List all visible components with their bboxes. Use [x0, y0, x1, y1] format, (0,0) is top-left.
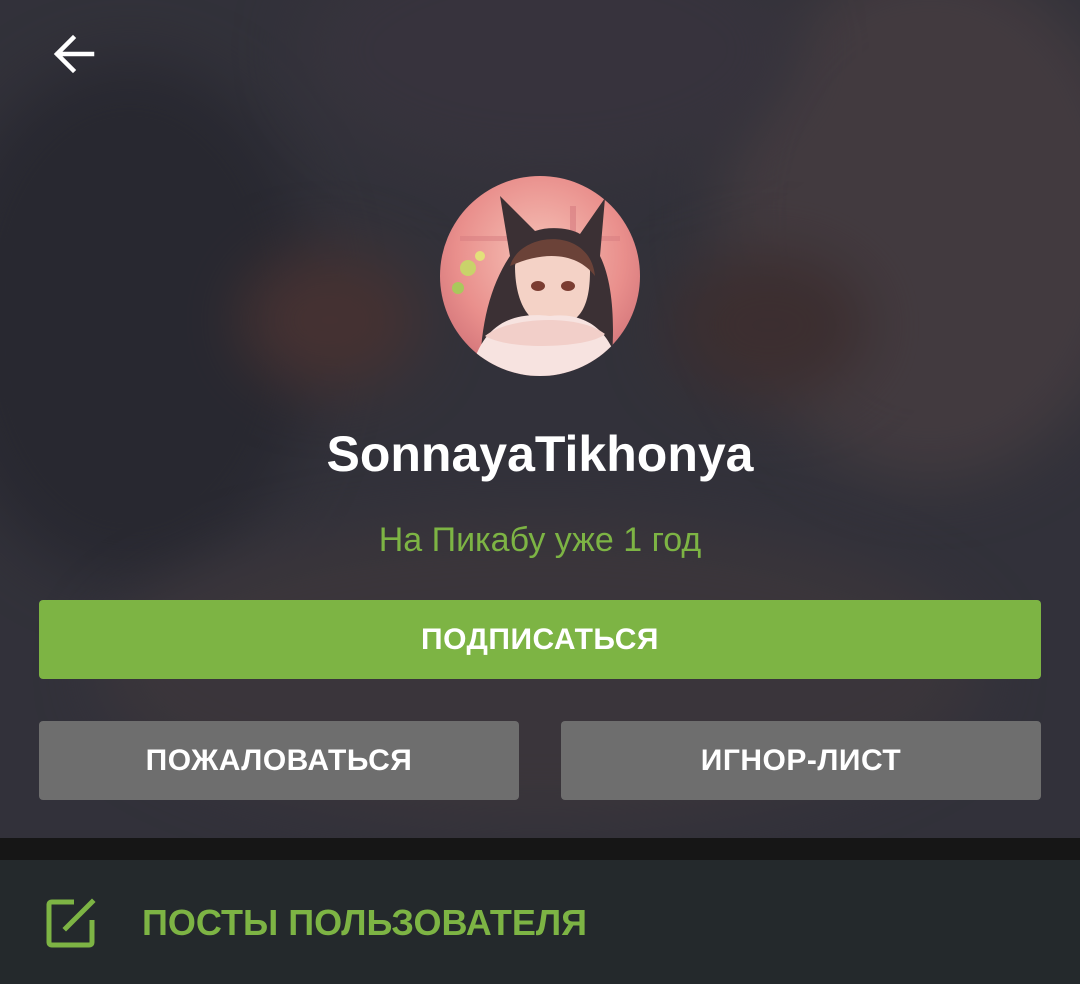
ignore-list-button[interactable]: ИГНОР-ЛИСТ	[561, 721, 1041, 800]
back-button[interactable]	[44, 24, 104, 84]
profile-header-background	[0, 0, 1080, 838]
arrow-left-icon	[53, 34, 95, 74]
subscribe-button[interactable]: ПОДПИСАТЬСЯ	[39, 600, 1041, 679]
edit-square-icon	[46, 898, 96, 948]
avatar[interactable]	[440, 176, 640, 376]
user-posts-label: ПОСТЫ ПОЛЬЗОВАТЕЛЯ	[142, 902, 588, 943]
avatar-image	[440, 176, 640, 376]
report-button[interactable]: ПОЖАЛОВАТЬСЯ	[39, 721, 519, 800]
section-divider	[0, 838, 1080, 860]
username: SonnayaTikhonya	[326, 426, 754, 482]
profile-screen: SonnayaTikhonya На Пикабу уже 1 год ПОДП…	[0, 0, 1080, 984]
user-posts-menu-item[interactable]: ПОСТЫ ПОЛЬЗОВАТЕЛЯ	[0, 860, 1080, 984]
member-since-text: На Пикабу уже 1 год	[378, 521, 702, 559]
